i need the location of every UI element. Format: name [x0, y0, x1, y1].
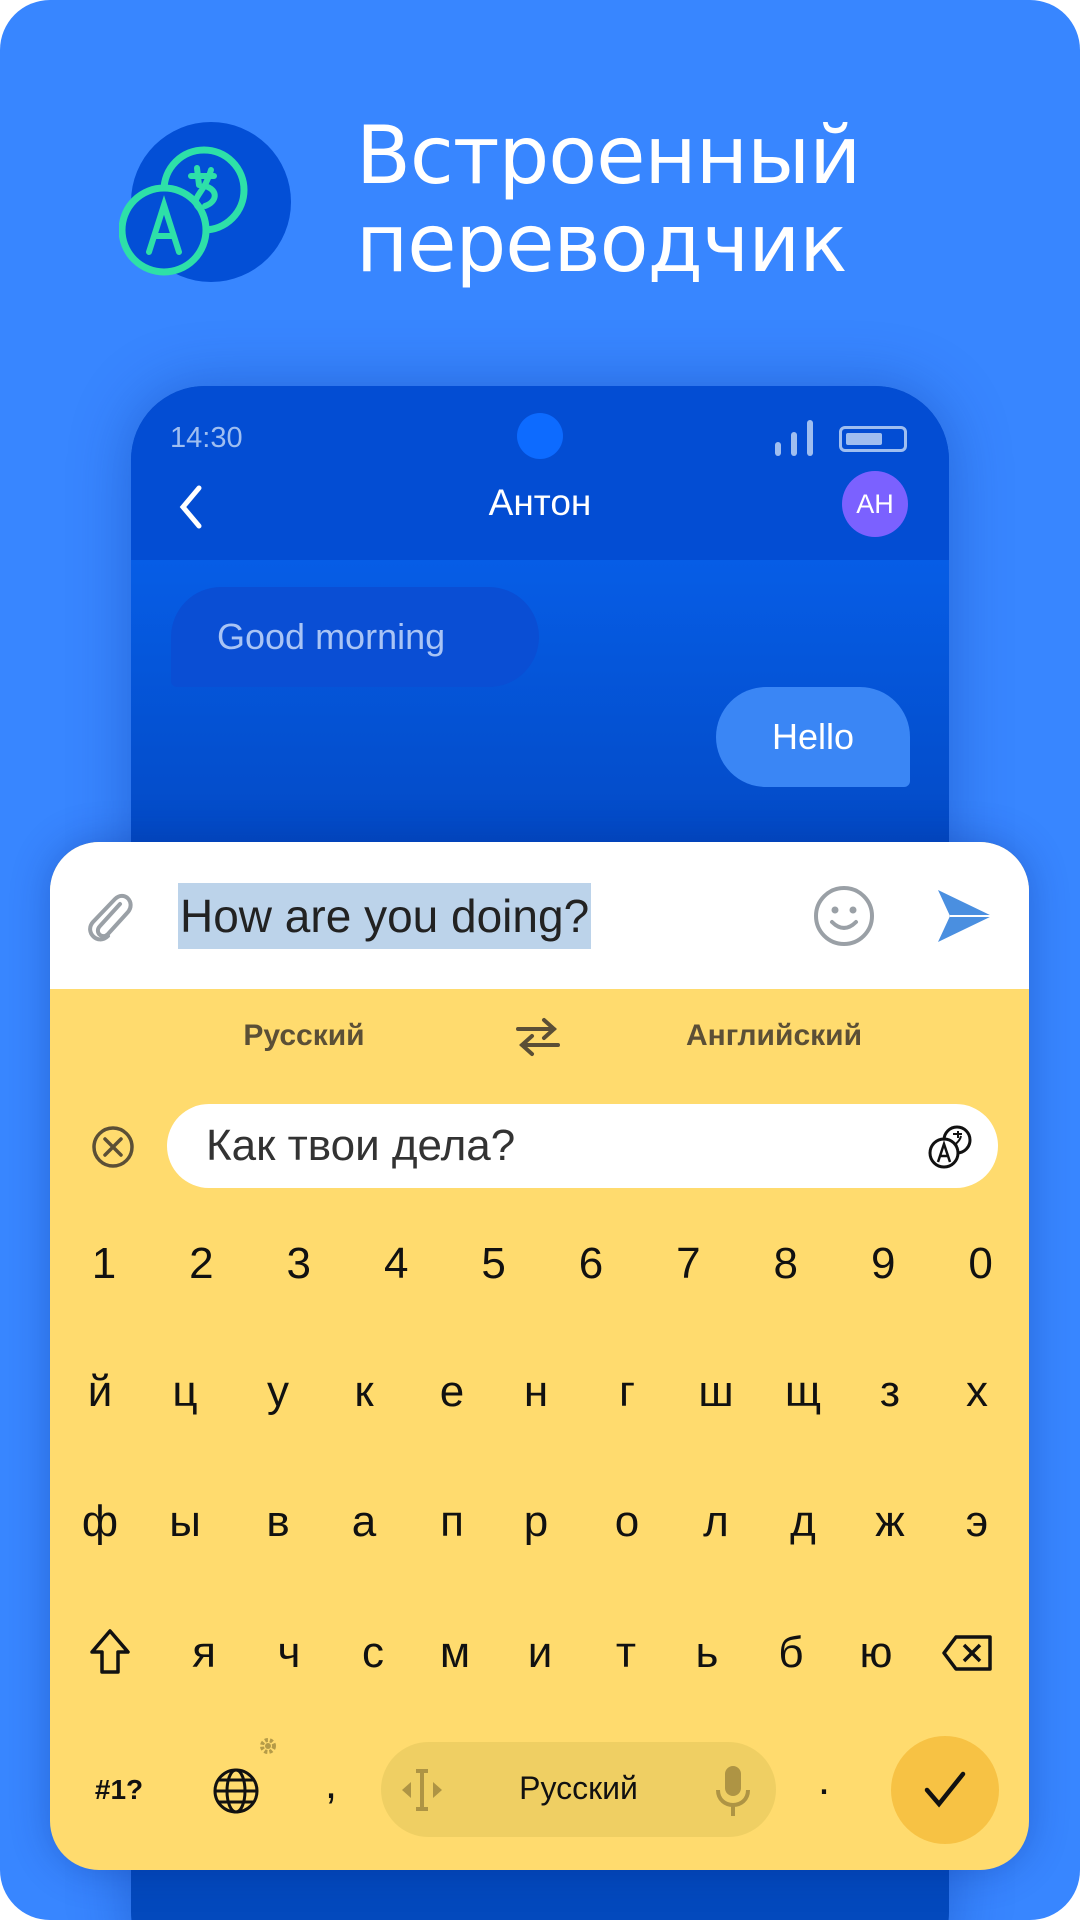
signal-icon — [775, 420, 813, 456]
space-bar[interactable]: Русский — [381, 1742, 776, 1837]
letter-key[interactable]: о — [615, 1497, 639, 1547]
translate-icon — [119, 146, 248, 276]
number-key[interactable]: 3 — [287, 1239, 311, 1289]
number-key[interactable]: 1 — [92, 1239, 116, 1289]
letter-key[interactable]: р — [524, 1497, 548, 1547]
letter-key[interactable]: м — [440, 1628, 470, 1678]
letter-key[interactable]: я — [192, 1628, 216, 1678]
battery-icon — [839, 426, 907, 452]
letter-key[interactable]: ю — [860, 1628, 893, 1678]
letter-key[interactable]: а — [352, 1497, 376, 1547]
letter-key[interactable]: щ — [785, 1367, 821, 1417]
period-key[interactable]: . — [818, 1755, 830, 1805]
number-key[interactable]: 6 — [579, 1239, 603, 1289]
translation-text: Как твои дела? — [206, 1121, 516, 1170]
source-language[interactable]: Русский — [243, 1019, 364, 1053]
settings-gear-icon[interactable] — [257, 1735, 279, 1757]
avatar[interactable]: АН — [842, 471, 908, 537]
letter-key[interactable]: ф — [82, 1497, 118, 1547]
comma-key[interactable]: , — [325, 1759, 337, 1809]
shift-icon[interactable] — [88, 1628, 132, 1676]
contact-name: Антон — [488, 482, 592, 523]
letter-key[interactable]: д — [790, 1497, 816, 1547]
letter-key[interactable]: ж — [875, 1497, 904, 1547]
translate-toggle-icon[interactable] — [926, 1122, 976, 1172]
number-key[interactable]: 2 — [189, 1239, 213, 1289]
letter-key[interactable]: ы — [169, 1497, 201, 1547]
camera-dot — [517, 413, 563, 459]
send-icon[interactable] — [936, 888, 994, 944]
letter-key[interactable]: ц — [172, 1367, 197, 1417]
letter-key[interactable]: е — [440, 1367, 464, 1417]
globe-icon[interactable] — [211, 1766, 261, 1816]
letter-key[interactable]: й — [88, 1367, 113, 1417]
composer-bar: How are you doing? — [50, 842, 1029, 989]
letter-key[interactable]: н — [524, 1367, 548, 1417]
number-key[interactable]: 8 — [774, 1239, 798, 1289]
microphone-icon[interactable] — [715, 1764, 751, 1818]
backspace-icon[interactable] — [942, 1634, 994, 1672]
letter-key[interactable]: б — [778, 1628, 803, 1678]
letter-key[interactable]: к — [354, 1367, 373, 1417]
symbols-key[interactable]: #1? — [95, 1774, 143, 1806]
language-switcher: Русский Английский — [50, 1017, 1029, 1063]
number-key[interactable]: 4 — [384, 1239, 408, 1289]
enter-button[interactable] — [891, 1736, 999, 1844]
chat-header: 14:30 Антон АН — [131, 386, 949, 560]
message-input[interactable]: How are you doing? — [178, 883, 592, 949]
letter-key[interactable]: л — [703, 1497, 729, 1547]
translate-logo — [119, 122, 291, 282]
promo-card: Встроенный переводчик 14:30 Антон АН Goo… — [0, 0, 1080, 1920]
number-key[interactable]: 0 — [968, 1239, 992, 1289]
page-title: Встроенный переводчик — [356, 109, 861, 290]
message-incoming: Good morning — [171, 587, 539, 687]
number-key[interactable]: 5 — [481, 1239, 505, 1289]
title-line-1: Встроенный — [356, 109, 861, 202]
letter-key[interactable]: ч — [278, 1628, 301, 1678]
message-outgoing: Hello — [716, 687, 910, 787]
letter-key[interactable]: х — [966, 1367, 988, 1417]
emoji-icon[interactable] — [813, 885, 875, 947]
letter-key[interactable]: т — [616, 1628, 636, 1678]
number-key[interactable]: 9 — [871, 1239, 895, 1289]
number-key[interactable]: 7 — [676, 1239, 700, 1289]
status-time: 14:30 — [170, 422, 243, 454]
letter-key[interactable]: ь — [696, 1628, 719, 1678]
letter-key[interactable]: п — [440, 1497, 464, 1547]
keyboard-panel: How are you doing? Русский Английский Ка… — [50, 842, 1029, 1870]
target-language[interactable]: Английский — [686, 1019, 862, 1053]
letter-key[interactable]: ш — [698, 1367, 733, 1417]
letter-key[interactable]: и — [528, 1628, 553, 1678]
letter-key[interactable]: з — [880, 1367, 900, 1417]
letter-key[interactable]: с — [362, 1628, 384, 1678]
translation-input[interactable]: Как твои дела? — [167, 1104, 998, 1188]
letter-key[interactable]: г — [619, 1367, 635, 1417]
letter-key[interactable]: в — [266, 1497, 289, 1547]
swap-languages-icon[interactable] — [514, 1017, 562, 1057]
letter-key[interactable]: у — [267, 1367, 289, 1417]
title-line-2: переводчик — [356, 197, 848, 290]
clear-icon[interactable] — [90, 1124, 136, 1170]
checkmark-icon — [924, 1771, 966, 1808]
paperclip-icon[interactable] — [80, 886, 138, 944]
letter-key[interactable]: э — [966, 1497, 988, 1547]
